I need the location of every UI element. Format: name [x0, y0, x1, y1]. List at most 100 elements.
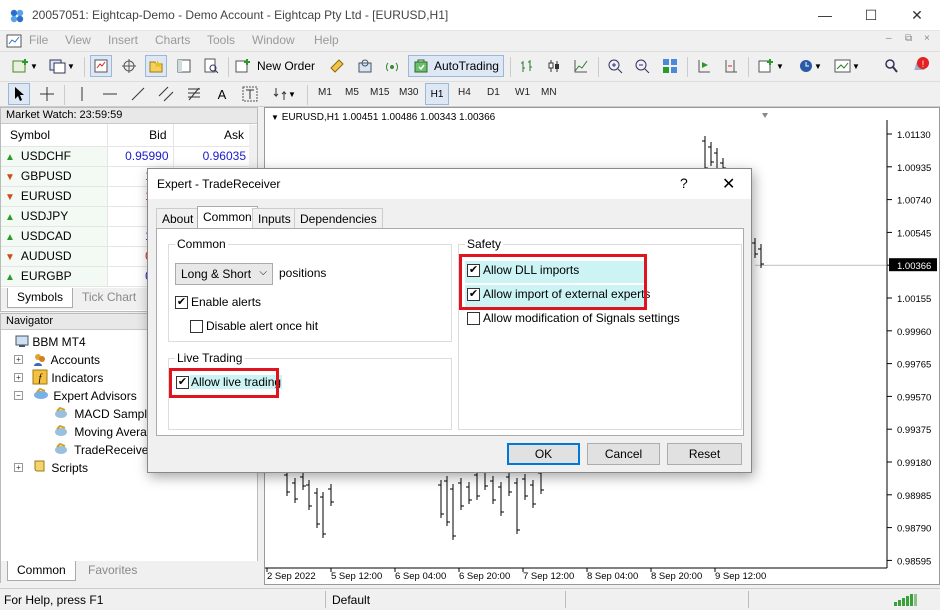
text-button[interactable]: A: [211, 83, 233, 105]
live-trading-group: Live Trading ✔ Allow live trading: [168, 351, 452, 430]
collapse-experts-icon[interactable]: −: [14, 391, 23, 400]
nav-tradereceiver[interactable]: TradeReceiver: [53, 441, 152, 457]
table-row[interactable]: ▲ USDCHF 0.95990 0.96035: [1, 146, 251, 167]
nav-root[interactable]: BBM MT4: [15, 334, 86, 349]
dialog-close-button[interactable]: ✕: [722, 174, 735, 194]
zoom-out-button[interactable]: [631, 55, 653, 77]
close-button[interactable]: ✕: [894, 0, 940, 31]
new-order-button[interactable]: New Order: [234, 55, 322, 77]
tab-symbols[interactable]: Symbols: [7, 288, 74, 308]
dialog-tab-common[interactable]: Common: [197, 206, 258, 229]
metaeditor-button[interactable]: [326, 55, 348, 77]
price-label: 0.98790: [897, 524, 931, 535]
maximize-button[interactable]: ☐: [848, 0, 894, 31]
indicators-dropdown[interactable]: ▼: [754, 55, 788, 77]
data-window-button[interactable]: [118, 55, 140, 77]
timeframe-h1[interactable]: H1: [425, 83, 449, 105]
signals-button[interactable]: [381, 55, 403, 77]
timeframe-mn[interactable]: MN: [541, 87, 557, 98]
nav-tradereceiver-label: TradeReceiver: [74, 443, 153, 457]
menu-insert[interactable]: Insert: [108, 33, 138, 47]
bar-chart-button[interactable]: [516, 55, 538, 77]
chart-window-icon[interactable]: [6, 33, 22, 49]
market-bag-icon: [358, 59, 372, 73]
navigator-toggle[interactable]: [145, 55, 167, 77]
menu-help[interactable]: Help: [314, 33, 339, 47]
equidistant-channel-button[interactable]: [155, 83, 177, 105]
terminal-button[interactable]: [173, 55, 195, 77]
periods-dropdown[interactable]: ▼: [793, 55, 827, 77]
profiles-button[interactable]: ▼: [46, 55, 78, 77]
direction-select[interactable]: Long & Short ⌵: [175, 263, 273, 285]
nav-scripts[interactable]: Scripts: [32, 459, 88, 475]
ok-button[interactable]: OK: [507, 443, 580, 465]
text-label-button[interactable]: [239, 83, 261, 105]
connection-status-icon[interactable]: [893, 593, 919, 607]
tab-favorites[interactable]: Favorites: [79, 561, 146, 581]
timeframe-m15[interactable]: M15: [370, 87, 389, 98]
search-button[interactable]: [880, 55, 902, 77]
nav-indicators[interactable]: f Indicators: [32, 369, 103, 385]
indicators-icon: f: [32, 369, 48, 385]
timeframe-m1[interactable]: M1: [318, 87, 332, 98]
horizontal-line-button[interactable]: [99, 83, 121, 105]
line-chart-button[interactable]: [570, 55, 592, 77]
cancel-button[interactable]: Cancel: [587, 443, 660, 465]
nav-macd-sample[interactable]: MACD Sample: [53, 405, 154, 421]
nav-moving-average[interactable]: Moving Avera: [53, 423, 147, 439]
notifications-button[interactable]: !: [908, 54, 932, 78]
candlestick-button[interactable]: [543, 55, 565, 77]
templates-dropdown[interactable]: ▼: [830, 55, 864, 77]
nav-expert-advisors[interactable]: Expert Advisors: [32, 387, 137, 403]
column-ask[interactable]: Ask: [173, 124, 251, 147]
zoom-in-button[interactable]: [604, 55, 626, 77]
disable-alert-once-hit-checkbox[interactable]: [190, 320, 203, 333]
expand-scripts-icon[interactable]: +: [14, 463, 23, 472]
auto-scroll-button[interactable]: [693, 55, 715, 77]
fibonacci-button[interactable]: [183, 83, 205, 105]
timeframe-h4[interactable]: H4: [458, 87, 471, 98]
timeframe-m5[interactable]: M5: [345, 87, 359, 98]
timeframe-w1[interactable]: W1: [515, 87, 530, 98]
minimize-button[interactable]: —: [802, 0, 848, 31]
zoom-out-icon: [635, 59, 650, 74]
menu-tools[interactable]: Tools: [207, 33, 235, 47]
arrows-dropdown[interactable]: ▼: [267, 83, 301, 105]
reset-button[interactable]: Reset: [667, 443, 742, 465]
cursor-button[interactable]: [8, 83, 30, 105]
autotrading-button[interactable]: AutoTrading: [408, 55, 504, 77]
timeframe-d1[interactable]: D1: [487, 87, 500, 98]
tab-common[interactable]: Common: [7, 561, 76, 581]
menu-view[interactable]: View: [65, 33, 91, 47]
chart-shift-button[interactable]: [720, 55, 742, 77]
svg-text:!: !: [922, 59, 925, 69]
vertical-line-button[interactable]: [71, 83, 93, 105]
nav-accounts[interactable]: Accounts: [32, 351, 100, 367]
column-symbol[interactable]: Symbol: [1, 124, 108, 147]
allow-signals-modification-checkbox[interactable]: [467, 312, 480, 325]
expand-indicators-icon[interactable]: +: [14, 373, 23, 382]
timeframe-m30[interactable]: M30: [399, 87, 418, 98]
market-watch-toggle[interactable]: [90, 55, 112, 77]
new-chart-button[interactable]: ▼: [8, 55, 42, 77]
tile-windows-button[interactable]: [659, 55, 681, 77]
menu-charts[interactable]: Charts: [155, 33, 190, 47]
market-button[interactable]: [354, 55, 376, 77]
mdi-close-button[interactable]: ×: [924, 33, 930, 44]
strategy-tester-button[interactable]: [200, 55, 222, 77]
menu-window[interactable]: Window: [252, 33, 295, 47]
dialog-help-button[interactable]: ?: [680, 175, 688, 191]
expand-accounts-icon[interactable]: +: [14, 355, 23, 364]
mdi-restore-button[interactable]: ⧉: [905, 33, 912, 44]
price-label: 0.99180: [897, 458, 931, 469]
dialog-tab-dependencies[interactable]: Dependencies: [294, 208, 383, 228]
menu-file[interactable]: File: [29, 33, 48, 47]
enable-alerts-checkbox[interactable]: ✔: [175, 296, 188, 309]
crosshair-button[interactable]: [36, 83, 58, 105]
dialog-tab-inputs[interactable]: Inputs: [252, 208, 297, 228]
mdi-minimize-button[interactable]: –: [886, 33, 892, 44]
trendline-button[interactable]: [127, 83, 149, 105]
tab-tick-chart[interactable]: Tick Chart: [73, 288, 145, 308]
dialog-tab-about[interactable]: About: [156, 208, 200, 228]
column-bid[interactable]: Bid: [107, 124, 174, 147]
